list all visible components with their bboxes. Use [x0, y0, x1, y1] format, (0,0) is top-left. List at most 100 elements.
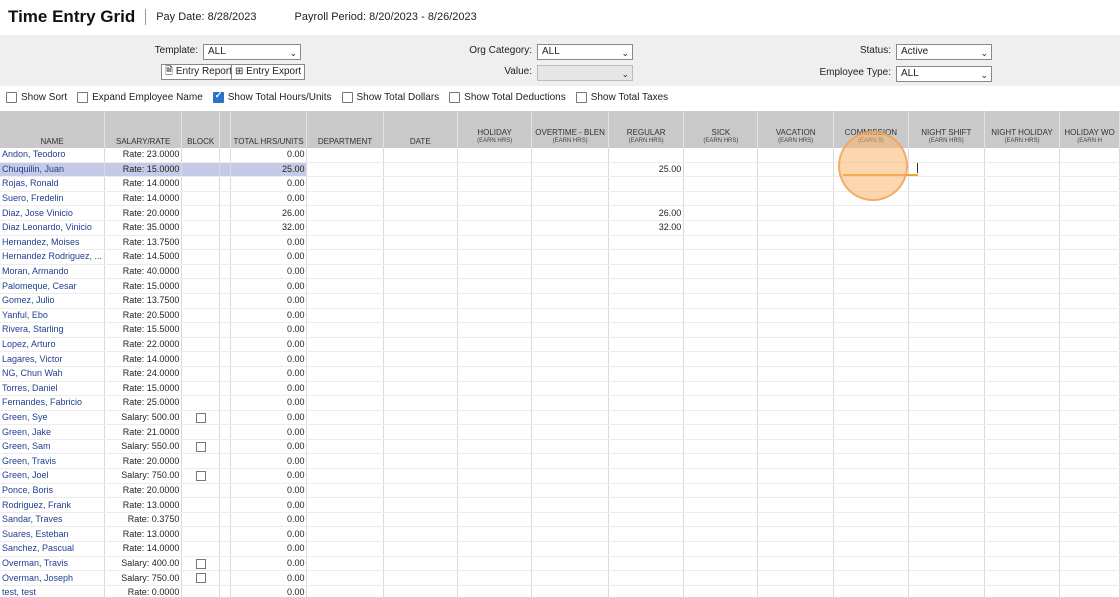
commission-cell[interactable] — [833, 249, 909, 265]
commission-cell[interactable] — [833, 366, 909, 382]
vacation-cell[interactable] — [757, 410, 834, 426]
holiday-cell[interactable] — [457, 541, 533, 557]
date-cell[interactable] — [383, 410, 459, 426]
column-header[interactable]: HOLIDAY WO (EARN H — [1059, 111, 1120, 148]
entry-export-button[interactable]: ⊞ Entry Export — [231, 64, 306, 80]
checkbox[interactable] — [449, 92, 461, 103]
column-header[interactable]: NAME — [0, 111, 106, 148]
holiday-wo-cell[interactable] — [1059, 453, 1120, 470]
overtime-cell[interactable] — [531, 264, 609, 280]
regular-cell[interactable] — [608, 235, 685, 251]
block-checkbox[interactable] — [195, 412, 206, 423]
vacation-cell[interactable] — [757, 512, 834, 528]
org-category-select[interactable]: ALL ⌄ — [537, 44, 633, 60]
vacation-cell[interactable] — [757, 351, 834, 367]
table-row[interactable]: Suero, Fredelin Rate: 14.0000 0.00 — [0, 191, 1120, 207]
commission-cell[interactable] — [833, 483, 909, 499]
table-row[interactable]: Hernandez Rodriguez, ... Rate: 14.5000 0.0… — [0, 249, 1120, 265]
checkbox[interactable] — [6, 92, 17, 103]
vacation-cell[interactable] — [757, 191, 834, 207]
option-show-total-taxes[interactable]: Show Total Taxes — [575, 92, 668, 103]
table-row[interactable]: Rodriguez, Frank Rate: 13.0000 0.00 — [0, 497, 1120, 513]
department-cell[interactable] — [306, 351, 384, 367]
date-cell[interactable] — [383, 424, 459, 440]
overtime-cell[interactable] — [531, 191, 609, 207]
commission-cell[interactable] — [833, 337, 909, 353]
holiday-cell[interactable] — [457, 264, 533, 280]
holiday-wo-cell[interactable] — [1059, 308, 1120, 324]
vacation-cell[interactable] — [757, 381, 834, 397]
night-shift-cell[interactable] — [908, 220, 985, 236]
night-holiday-cell[interactable] — [984, 453, 1061, 470]
holiday-cell[interactable] — [457, 570, 533, 586]
column-header[interactable]: HOLIDAY (EARN HRS) — [457, 111, 533, 148]
regular-cell[interactable] — [608, 278, 685, 294]
date-cell[interactable] — [383, 453, 459, 470]
commission-cell[interactable] — [833, 235, 909, 251]
option-show-total-deductions[interactable]: Show Total Deductions — [449, 92, 566, 103]
commission-cell[interactable] — [833, 468, 909, 484]
vacation-cell[interactable] — [757, 424, 834, 440]
column-header[interactable] — [219, 111, 231, 148]
table-row[interactable]: Gomez, Julio Rate: 13.7500 0.00 — [0, 293, 1120, 309]
sick-cell[interactable] — [683, 395, 759, 411]
night-holiday-cell[interactable] — [984, 264, 1061, 280]
department-cell[interactable] — [306, 453, 384, 470]
holiday-wo-cell[interactable] — [1059, 483, 1120, 499]
department-cell[interactable] — [306, 337, 384, 353]
holiday-cell[interactable] — [457, 439, 533, 455]
column-header[interactable]: SALARY/RATE — [104, 111, 183, 148]
vacation-cell[interactable] — [757, 205, 834, 221]
option-show-total-dollars[interactable]: Show Total Dollars — [341, 92, 439, 103]
employee-name[interactable]: Lopez, Arturo — [0, 337, 106, 353]
night-shift-cell[interactable] — [908, 205, 985, 221]
date-cell[interactable] — [383, 366, 459, 382]
vacation-cell[interactable] — [757, 176, 834, 192]
overtime-cell[interactable] — [531, 556, 609, 572]
date-cell[interactable] — [383, 483, 459, 499]
date-cell[interactable] — [383, 191, 459, 207]
table-row[interactable]: Chuquilin, Juan Rate: 15.0000 25.00 25.00 — [0, 162, 1120, 178]
vacation-cell[interactable] — [757, 556, 834, 572]
department-cell[interactable] — [306, 512, 384, 528]
employee-name[interactable]: Sanchez, Pascual — [0, 541, 106, 557]
vacation-cell[interactable] — [757, 453, 834, 470]
department-cell[interactable] — [306, 322, 384, 338]
date-cell[interactable] — [383, 176, 459, 192]
overtime-cell[interactable] — [531, 439, 609, 455]
employee-name[interactable]: Green, Sam — [0, 439, 106, 455]
commission-cell[interactable] — [833, 351, 909, 367]
holiday-wo-cell[interactable] — [1059, 293, 1120, 309]
department-cell[interactable] — [306, 556, 384, 572]
department-cell[interactable] — [306, 220, 384, 236]
employee-type-select[interactable]: ALL ⌄ — [896, 66, 992, 82]
overtime-cell[interactable] — [531, 541, 609, 557]
value-select[interactable]: ⌄ — [537, 65, 633, 81]
night-shift-cell[interactable] — [908, 439, 985, 455]
employee-name[interactable]: Diaz, Jose Vinicio — [0, 205, 106, 221]
date-cell[interactable] — [383, 351, 459, 367]
sick-cell[interactable] — [683, 541, 759, 557]
vacation-cell[interactable] — [757, 497, 834, 513]
night-holiday-cell[interactable] — [984, 337, 1061, 353]
block-checkbox[interactable] — [195, 558, 206, 569]
sick-cell[interactable] — [683, 162, 759, 178]
holiday-cell[interactable] — [457, 556, 533, 572]
sick-cell[interactable] — [683, 483, 759, 499]
date-cell[interactable] — [383, 322, 459, 338]
column-header[interactable]: OVERTIME - BLEN (EARN HRS) — [531, 111, 609, 148]
option-expand-employee-name[interactable]: Expand Employee Name — [77, 92, 203, 103]
date-cell[interactable] — [383, 308, 459, 324]
employee-name[interactable]: Yanful, Ebo — [0, 308, 106, 324]
night-holiday-cell[interactable] — [984, 541, 1061, 557]
department-cell[interactable] — [306, 293, 384, 309]
night-shift-cell[interactable] — [908, 541, 985, 557]
table-row[interactable]: Overman, Travis Salary: 400.00 0.00 — [0, 556, 1120, 572]
column-header[interactable]: VACATION (EARN HRS) — [757, 111, 834, 148]
department-cell[interactable] — [306, 249, 384, 265]
department-cell[interactable] — [306, 526, 384, 543]
commission-cell[interactable] — [833, 410, 909, 426]
holiday-wo-cell[interactable] — [1059, 381, 1120, 397]
sick-cell[interactable] — [683, 366, 759, 382]
holiday-cell[interactable] — [457, 176, 533, 192]
